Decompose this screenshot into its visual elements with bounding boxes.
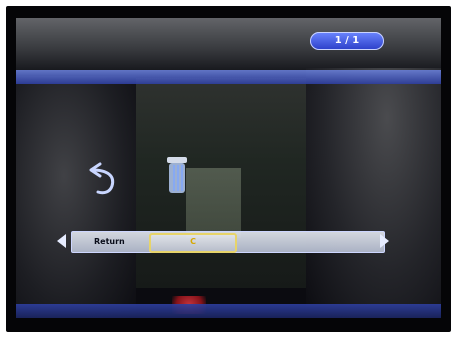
tv-bezel: 1 / 1 Return C [6, 6, 451, 332]
page-indicator: 1 / 1 [310, 32, 384, 50]
option-value: C [190, 237, 196, 246]
osd-top-bar [16, 70, 441, 84]
trash-bin-icon[interactable] [161, 153, 193, 199]
reflection-window [186, 168, 241, 238]
left-arrow-icon[interactable] [54, 232, 70, 250]
osd-bottom-bar [16, 304, 441, 318]
reflection-right [306, 68, 441, 318]
tv-screen: 1 / 1 Return C [16, 18, 441, 318]
right-arrow-icon[interactable] [376, 232, 392, 250]
return-option-row[interactable]: Return C [71, 231, 385, 253]
photo-of-tv-screen: 1 / 1 Return C [0, 0, 465, 337]
option-value-selector[interactable]: C [149, 233, 237, 253]
return-arrow-icon[interactable] [88, 158, 120, 198]
option-label: Return [94, 237, 125, 246]
